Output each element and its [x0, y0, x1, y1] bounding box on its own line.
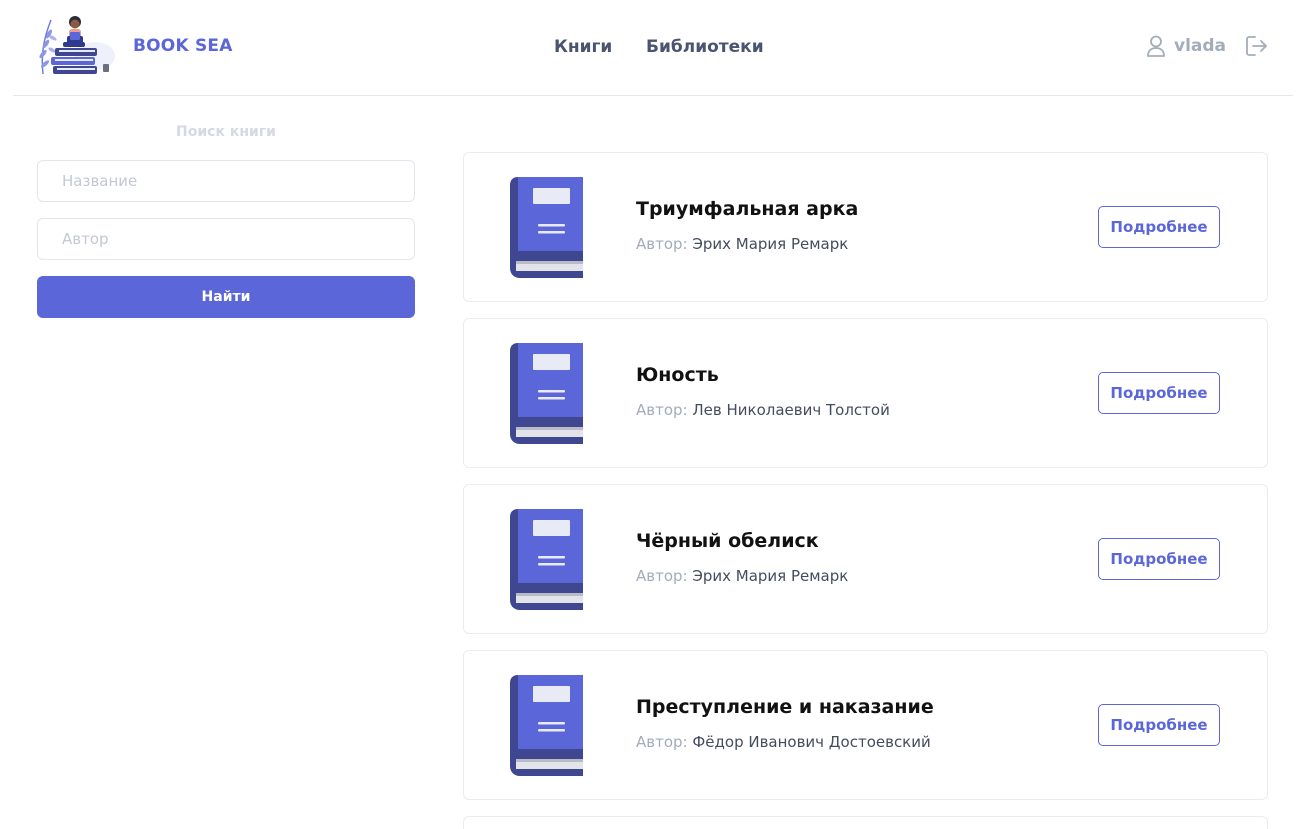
book-card: Чёрный обелиск Автор: Эрих Мария Ремарк … — [463, 484, 1268, 634]
logout-icon[interactable] — [1246, 36, 1268, 56]
details-button[interactable]: Подробнее — [1098, 206, 1220, 248]
author-label: Автор: — [636, 235, 688, 253]
author-name: Эрих Мария Ремарк — [692, 235, 849, 253]
book-author: Автор: Фёдор Иванович Достоевский — [636, 733, 931, 751]
book-card: Преступление и наказание Автор: Фёдор Ив… — [463, 650, 1268, 800]
logo-icon[interactable] — [37, 12, 117, 78]
header: BOOK SEA Книги Библиотеки vlada — [13, 0, 1293, 96]
book-title[interactable]: Преступление и наказание — [636, 696, 934, 718]
author-label: Автор: — [636, 567, 688, 585]
book-icon — [510, 675, 583, 776]
book-icon — [510, 509, 583, 610]
book-author: Автор: Эрих Мария Ремарк — [636, 567, 848, 585]
title-search-input[interactable] — [37, 160, 415, 202]
book-author: Автор: Эрих Мария Ремарк — [636, 235, 848, 253]
book-author: Автор: Лев Николаевич Толстой — [636, 401, 890, 419]
book-title[interactable]: Триумфальная арка — [636, 198, 858, 220]
book-title[interactable]: Юность — [636, 364, 719, 386]
author-label: Автор: — [636, 401, 688, 419]
search-title: Поиск книги — [176, 124, 276, 140]
details-button[interactable]: Подробнее — [1098, 704, 1220, 746]
book-icon — [510, 177, 583, 278]
user-icon — [1147, 35, 1165, 57]
find-button[interactable]: Найти — [37, 276, 415, 318]
book-card: Триумфальная арка Автор: Эрих Мария Рема… — [463, 152, 1268, 302]
author-name: Фёдор Иванович Достоевский — [692, 733, 931, 751]
brand-name[interactable]: BOOK SEA — [133, 36, 233, 56]
book-card-partial — [463, 816, 1268, 829]
author-name: Лев Николаевич Толстой — [692, 401, 890, 419]
author-search-input[interactable] — [37, 218, 415, 260]
details-button[interactable]: Подробнее — [1098, 538, 1220, 580]
nav-books-link[interactable]: Книги — [554, 37, 612, 57]
author-label: Автор: — [636, 733, 688, 751]
user-profile[interactable]: vlada — [1146, 34, 1226, 58]
nav-libraries-link[interactable]: Библиотеки — [646, 37, 764, 57]
username: vlada — [1174, 36, 1227, 56]
author-name: Эрих Мария Ремарк — [692, 567, 849, 585]
book-icon — [510, 343, 583, 444]
book-title[interactable]: Чёрный обелиск — [636, 530, 819, 552]
details-button[interactable]: Подробнее — [1098, 372, 1220, 414]
book-card: Юность Автор: Лев Николаевич Толстой Под… — [463, 318, 1268, 468]
